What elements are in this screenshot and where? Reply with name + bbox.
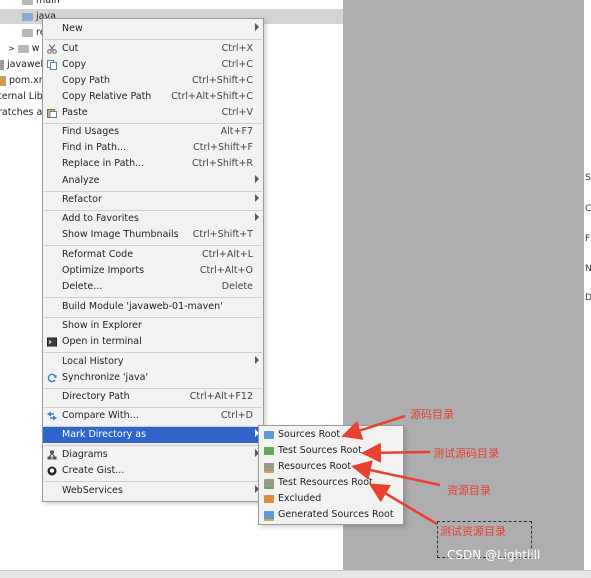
- annotation-arrows: [341, 414, 441, 526]
- annotation-arrow: [368, 483, 438, 526]
- annotation-arrow: [351, 460, 441, 487]
- watermark: CSDN @Lightllll: [447, 548, 541, 562]
- annotation-arrow: [341, 414, 406, 440]
- annotation-resources-root: 资源目录: [447, 484, 491, 497]
- annotation-arrow: [361, 442, 431, 463]
- annotation-test-sources-root: 测试源码目录: [433, 447, 499, 460]
- annotation-sources-root: 源码目录: [410, 408, 454, 421]
